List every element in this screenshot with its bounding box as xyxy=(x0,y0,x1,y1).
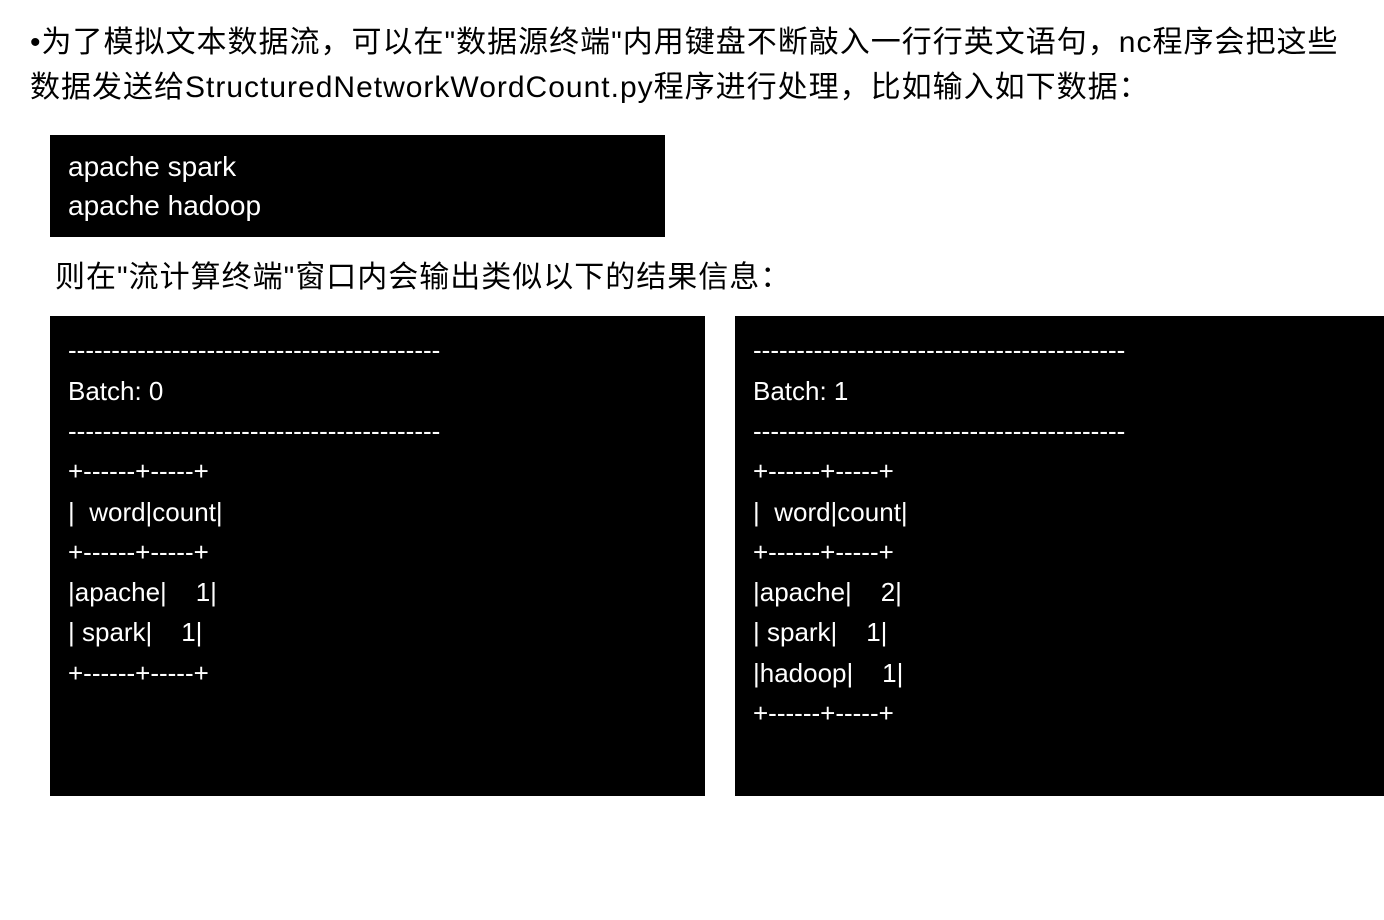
input-line-2: apache hadoop xyxy=(68,186,647,225)
output-terminal-batch-0: ----------------------------------------… xyxy=(50,316,705,796)
intro-paragraph: •为了模拟文本数据流，可以在"数据源终端"内用键盘不断敲入一行行英文语句，nc程… xyxy=(30,20,1354,110)
middle-paragraph: 则在"流计算终端"窗口内会输出类似以下的结果信息： xyxy=(55,252,1354,296)
input-line-1: apache spark xyxy=(68,147,647,186)
input-terminal: apache spark apache hadoop xyxy=(50,135,665,237)
output-row: ----------------------------------------… xyxy=(50,316,1354,796)
output-terminal-batch-1: ----------------------------------------… xyxy=(735,316,1384,796)
